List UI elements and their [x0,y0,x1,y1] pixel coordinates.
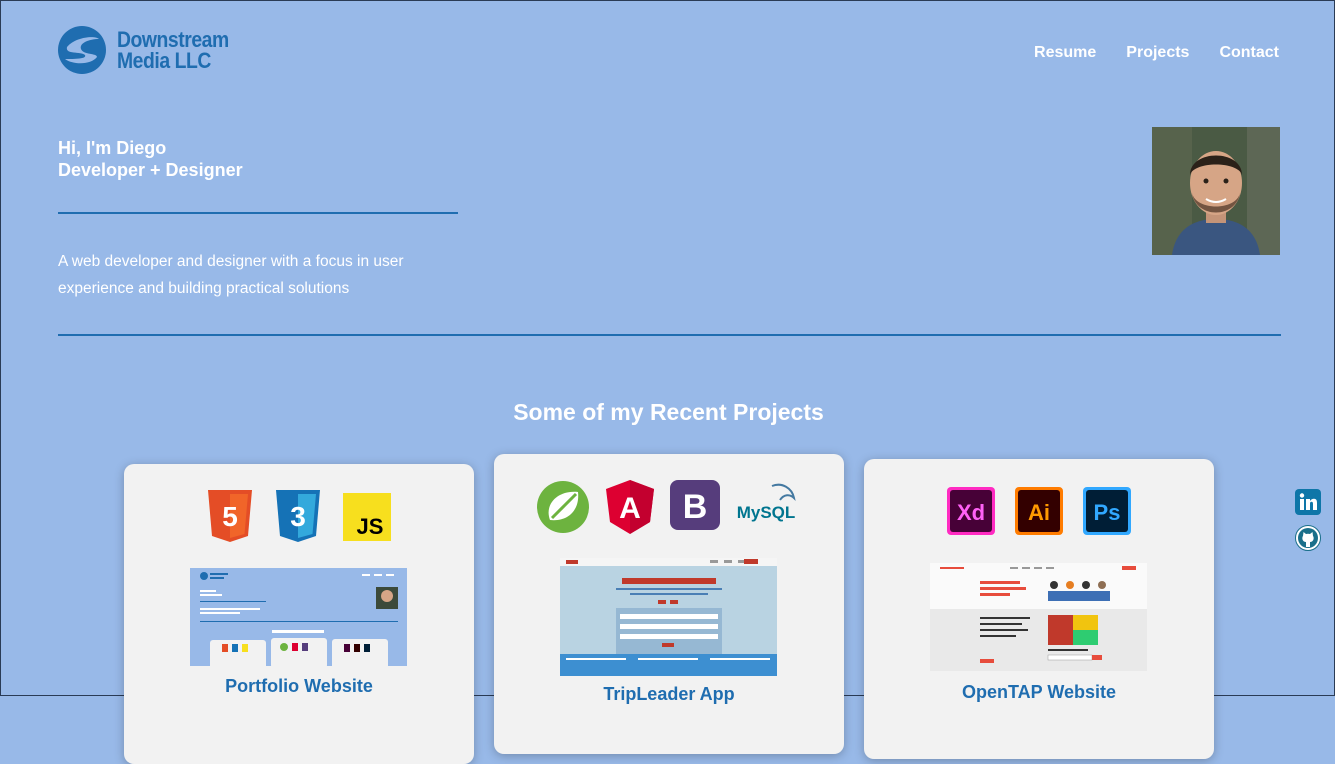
svg-text:B: B [683,488,708,526]
brand-line2: Media LLC [117,48,211,73]
brand-logo[interactable]: Downstream Media LLC [57,25,244,75]
avatar-photo [1152,127,1280,255]
project-title[interactable]: Portfolio Website [124,676,474,697]
hero-heading: Hi, I'm Diego Developer + Designer [58,137,243,181]
nav-contact-link[interactable]: Contact [1219,44,1279,62]
svg-text:A: A [619,492,641,525]
illustrator-icon: Ai [1015,487,1063,535]
hero-divider [58,212,458,214]
linkedin-icon[interactable] [1295,489,1321,515]
svg-text:MySQL: MySQL [737,503,796,522]
css3-icon: 3 [276,490,320,542]
html5-icon: 5 [208,490,252,542]
portfolio-screenshot [190,568,407,666]
nav-projects-link[interactable]: Projects [1126,44,1189,62]
avatar [1152,127,1280,255]
project-title[interactable]: OpenTAP Website [864,682,1214,703]
svg-text:3: 3 [290,501,306,532]
logo-icon [58,26,106,74]
svg-text:Ps: Ps [1094,500,1121,525]
project-card-portfolio[interactable]: 5 3 JS Portfolio Website [124,464,474,764]
hero-greeting: Hi, I'm Diego [58,138,167,158]
brand-name: Downstream Media LLC [117,27,229,73]
hero-description: A web developer and designer with a focu… [58,253,404,297]
brand-line1: Downstream [117,27,229,52]
angular-icon: A [606,480,654,534]
svg-text:Xd: Xd [957,500,985,525]
opentap-screenshot [930,563,1147,671]
photoshop-icon: Ps [1083,487,1131,535]
projects-heading: Some of my Recent Projects [513,399,824,425]
tripleader-screenshot [560,558,777,676]
tech-icons: Xd Ai Ps [864,487,1214,535]
hero-role: Developer + Designer [58,160,243,180]
github-icon[interactable] [1295,525,1321,551]
adobe-xd-icon: Xd [947,487,995,535]
svg-text:Ai: Ai [1028,500,1050,525]
spring-icon [537,481,589,533]
svg-text:5: 5 [222,501,238,532]
project-card-tripleader[interactable]: A B MySQL TripLeader App [494,454,844,754]
mysql-icon: MySQL [737,483,796,522]
svg-text:JS: JS [357,514,384,539]
nav-resume-link[interactable]: Resume [1034,44,1096,62]
javascript-icon: JS [343,493,391,541]
project-title[interactable]: TripLeader App [494,684,844,705]
tech-icons: A B MySQL [494,480,844,534]
tech-icons: 5 3 JS [124,490,474,542]
main-nav: Resume Projects Contact [1034,44,1279,62]
bootstrap-icon: B [670,480,720,530]
project-card-opentap[interactable]: Xd Ai Ps OpenTAP Website [864,459,1214,759]
section-divider [58,334,1281,336]
